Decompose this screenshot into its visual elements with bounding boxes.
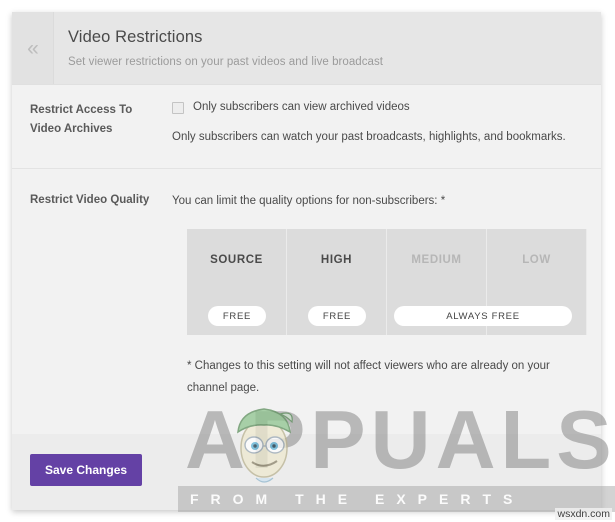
section-label-quality: Restrict Video Quality	[30, 194, 150, 206]
panel-header-text: Video Restrictions Set viewer restrictio…	[68, 28, 383, 68]
archives-checkbox-label[interactable]: Only subscribers can view archived video…	[193, 100, 410, 115]
panel-footer: Save Changes	[12, 434, 601, 510]
page-subtitle: Set viewer restrictions on your past vid…	[68, 56, 384, 68]
quality-label-medium: MEDIUM	[411, 254, 462, 266]
section-restrict-quality: Restrict Video Quality You can limit the…	[12, 169, 601, 436]
section-restrict-archives: Restrict Access To Video Archives Only s…	[12, 85, 601, 169]
video-restrictions-panel: « Video Restrictions Set viewer restrict…	[12, 12, 601, 510]
quality-label-source: SOURCE	[210, 254, 263, 266]
collapse-panel-button[interactable]: «	[12, 12, 54, 84]
save-changes-button[interactable]: Save Changes	[30, 454, 143, 486]
archives-checkbox-row: Only subscribers can view archived video…	[172, 100, 589, 115]
quality-pill-source[interactable]: FREE	[208, 306, 266, 326]
quality-label-low: LOW	[522, 254, 551, 266]
double-chevron-left-icon: «	[27, 36, 39, 60]
quality-footnote: * Changes to this setting will not affec…	[187, 360, 550, 394]
quality-options-grid: SOURCE HIGH MEDIUM LOW FREE FREE ALWAYS …	[187, 229, 587, 335]
archives-help-text: Only subscribers can watch your past bro…	[172, 131, 566, 143]
quality-label-high: HIGH	[320, 254, 353, 266]
page-title: Video Restrictions	[68, 28, 203, 46]
panel-header: « Video Restrictions Set viewer restrict…	[12, 12, 601, 85]
quality-intro-text: You can limit the quality options for no…	[172, 195, 446, 207]
archives-subscriber-checkbox[interactable]	[172, 102, 184, 114]
section-label-archives: Restrict Access To Video Archives	[30, 104, 133, 135]
quality-pill-always-free[interactable]: ALWAYS FREE	[394, 306, 572, 326]
quality-pill-high[interactable]: FREE	[308, 306, 366, 326]
